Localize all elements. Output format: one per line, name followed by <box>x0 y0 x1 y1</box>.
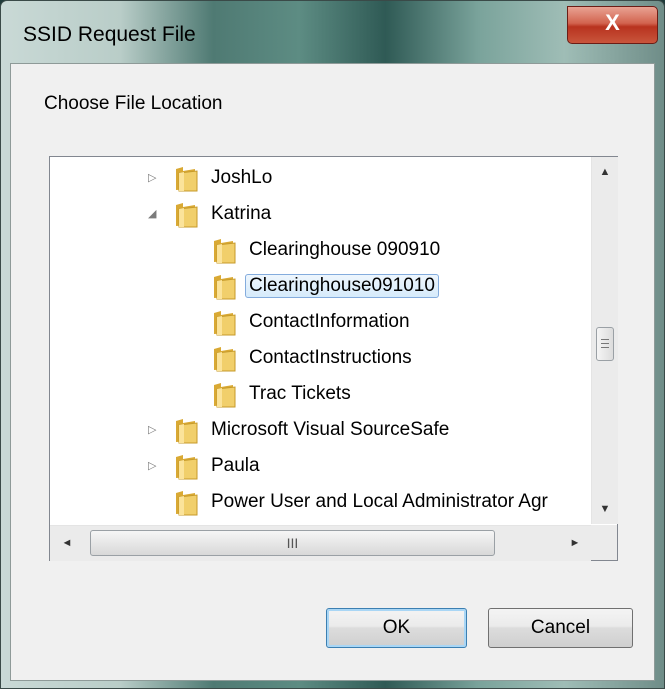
tree-item[interactable]: Clearinghouse 090910 <box>50 232 590 268</box>
tree-item[interactable]: ContactInstructions <box>50 340 590 376</box>
tree-item[interactable]: ◢ Katrina <box>50 196 590 232</box>
thumb-grip-icon <box>601 347 609 348</box>
vertical-scrollbar[interactable]: ▲ ▼ <box>591 157 618 524</box>
scroll-down-icon: ▼ <box>599 503 611 515</box>
tree-item-label: Microsoft Visual SourceSafe <box>211 419 450 440</box>
scroll-up-icon: ▲ <box>599 166 611 178</box>
horizontal-scroll-thumb[interactable]: III <box>90 530 495 556</box>
tree-item-label: Trac Tickets <box>249 383 351 404</box>
horizontal-scrollbar[interactable]: ◄ III ► <box>50 525 591 561</box>
scroll-up-button[interactable]: ▲ <box>592 159 618 185</box>
dialog-body: Choose File Location ▷ JoshLo ◢ Katrina Clea… <box>10 63 655 681</box>
tree-item[interactable]: Trac Tickets <box>50 376 590 412</box>
folder-icon <box>173 488 199 516</box>
tree-item-label: Clearinghouse 090910 <box>249 239 441 260</box>
thumb-grip-icon <box>601 339 609 340</box>
cancel-button[interactable]: Cancel <box>488 608 633 648</box>
expand-icon[interactable]: ▷ <box>148 424 160 436</box>
expand-icon[interactable]: ▷ <box>148 172 160 184</box>
folder-icon <box>173 452 199 480</box>
tree-item-label: Clearinghouse091010 <box>245 274 439 298</box>
folder-icon <box>173 200 199 228</box>
tree-item-label: ContactInformation <box>249 311 410 332</box>
folder-icon <box>211 344 237 372</box>
window-title: SSID Request File <box>23 23 196 46</box>
folder-icon <box>173 164 199 192</box>
collapse-icon[interactable]: ◢ <box>148 208 160 220</box>
scroll-right-button[interactable]: ► <box>562 530 588 556</box>
tree-item[interactable]: ▷ JoshLo <box>50 160 590 196</box>
tree-item-label: Power User and Local Administrator Agr <box>211 491 548 512</box>
scroll-down-button[interactable]: ▼ <box>592 496 618 522</box>
tree-item[interactable]: ▷ Microsoft Visual SourceSafe <box>50 412 590 448</box>
prompt-label: Choose File Location <box>44 93 223 114</box>
thumb-grip-icon: III <box>286 535 299 551</box>
tree-item-label: ContactInstructions <box>249 347 412 368</box>
tree-item-label: JoshLo <box>211 167 273 188</box>
folder-icon <box>211 236 237 264</box>
folder-tree[interactable]: ▷ JoshLo ◢ Katrina Clearinghouse 090910 Clear… <box>49 156 618 561</box>
thumb-grip-icon <box>601 343 609 344</box>
dialog-window: SSID Request File X Choose File Location… <box>0 0 665 689</box>
vertical-scroll-thumb[interactable] <box>596 327 614 361</box>
tree-item-label: Katrina <box>211 203 272 224</box>
scroll-left-button[interactable]: ◄ <box>54 530 80 556</box>
tree-item[interactable]: Power User and Local Administrator Agr <box>50 484 590 520</box>
ok-button[interactable]: OK <box>326 608 467 648</box>
tree-item[interactable]: ContactInformation <box>50 304 590 340</box>
scrollbar-corner <box>591 525 617 560</box>
scroll-right-icon: ► <box>569 537 581 549</box>
folder-icon <box>211 380 237 408</box>
folder-icon <box>211 272 237 300</box>
close-button[interactable]: X <box>567 6 658 44</box>
tree-item[interactable]: Clearinghouse091010 <box>50 268 590 304</box>
scroll-left-icon: ◄ <box>61 537 73 549</box>
tree-rows: ▷ JoshLo ◢ Katrina Clearinghouse 090910 Clear… <box>50 157 590 524</box>
close-icon: X <box>605 10 620 35</box>
tree-item[interactable]: ▷ Paula <box>50 448 590 484</box>
tree-item-label: Paula <box>211 455 260 476</box>
title-bar[interactable]: SSID Request File X <box>1 1 664 63</box>
folder-icon <box>173 416 199 444</box>
folder-icon <box>211 308 237 336</box>
expand-icon[interactable]: ▷ <box>148 460 160 472</box>
